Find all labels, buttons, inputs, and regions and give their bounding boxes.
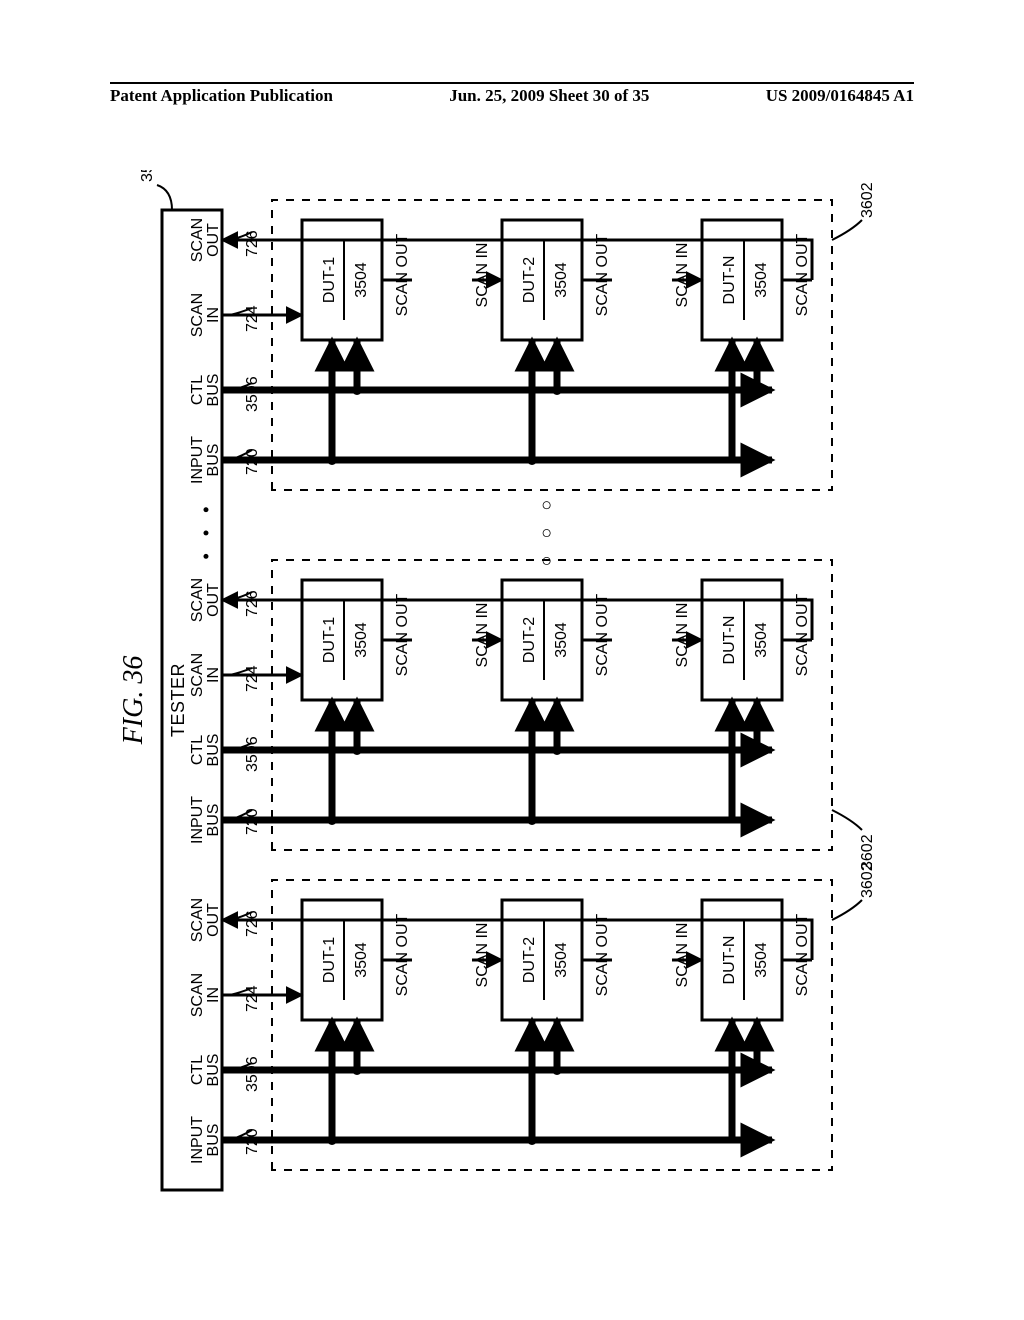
svg-text:3504: 3504 [753, 622, 770, 658]
svg-text:SCAN OUT: SCAN OUT [594, 233, 611, 316]
hdr-right: US 2009/0164845 A1 [766, 86, 914, 110]
svg-text:SCANOUT: SCANOUT [189, 218, 222, 262]
svg-text:SCAN OUT: SCAN OUT [394, 593, 411, 676]
svg-text:INPUTBUS: INPUTBUS [189, 436, 222, 484]
figure-36: FIG. 36 TESTER 3502 INPUTBUS CTLBUS SCAN… [112, 170, 912, 1230]
svg-text:SCAN OUT: SCAN OUT [594, 593, 611, 676]
svg-text:3504: 3504 [353, 942, 370, 978]
svg-text:SCAN IN: SCAN IN [474, 923, 491, 988]
svg-text:DUT-N: DUT-N [721, 256, 738, 305]
svg-text:SCAN OUT: SCAN OUT [794, 593, 811, 676]
svg-text:3504: 3504 [553, 262, 570, 298]
svg-text:3504: 3504 [353, 622, 370, 658]
svg-text:DUT-1: DUT-1 [321, 617, 338, 663]
svg-text:SCAN IN: SCAN IN [674, 603, 691, 668]
port-ctl-bus: CTLBUS [189, 1054, 222, 1087]
svg-text:SCAN IN: SCAN IN [474, 603, 491, 668]
hdr-left: Patent Application Publication [110, 86, 333, 110]
port-scan-out: SCANOUT [189, 898, 222, 942]
ellipsis-tester: • • • [196, 501, 216, 560]
page-header: Patent Application Publication Jun. 25, … [110, 82, 914, 110]
group-2: INPUTBUS CTLBUS SCANIN SCANOUT 720 3506 … [189, 560, 876, 870]
dut-n: DUT-N 3504 [702, 900, 782, 1020]
hdr-center: Jun. 25, 2009 Sheet 30 of 35 [449, 86, 649, 110]
tester-label: TESTER [168, 663, 188, 737]
svg-text:DUT-2: DUT-2 [521, 257, 538, 303]
svg-text:3504: 3504 [553, 622, 570, 658]
svg-text:3504: 3504 [753, 262, 770, 298]
group-3: INPUTBUS CTLBUS SCANIN SCANOUT 720 3506 … [189, 182, 876, 490]
svg-text:DUT-1: DUT-1 [321, 257, 338, 303]
svg-text:DUT-N: DUT-N [721, 616, 738, 665]
svg-text:DUT-2: DUT-2 [521, 937, 538, 983]
svg-text:SCANIN: SCANIN [189, 653, 222, 697]
svg-text:DUT-N: DUT-N [721, 936, 738, 985]
svg-text:3504: 3504 [753, 942, 770, 978]
svg-text:INPUTBUS: INPUTBUS [189, 796, 222, 844]
svg-text:3602: 3602 [859, 834, 876, 870]
dut-2: DUT-2 3504 [502, 900, 582, 1020]
svg-text:SCAN OUT: SCAN OUT [594, 913, 611, 996]
svg-text:DUT-2: DUT-2 [521, 617, 538, 663]
svg-text:SCAN OUT: SCAN OUT [794, 913, 811, 996]
svg-text:3504: 3504 [553, 942, 570, 978]
group-1: INPUTBUS CTLBUS SCANIN SCANOUT 720 3506 … [189, 862, 876, 1170]
svg-text:SCANOUT: SCANOUT [189, 578, 222, 622]
svg-text:SCANIN: SCANIN [189, 293, 222, 337]
svg-text:CTLBUS: CTLBUS [189, 734, 222, 767]
svg-text:SCAN OUT: SCAN OUT [794, 233, 811, 316]
svg-text:DUT-1: DUT-1 [321, 937, 338, 983]
port-input-bus: INPUTBUS [189, 1116, 222, 1164]
figure-title: FIG. 36 [118, 656, 149, 746]
svg-text:3506: 3506 [244, 736, 261, 772]
port-scan-in: SCANIN [189, 973, 222, 1017]
ref-3506: 3506 [244, 1056, 261, 1092]
ellipsis-group: ○ ○ ○ [536, 494, 556, 567]
svg-text:3602: 3602 [859, 182, 876, 218]
ref-3502: 3502 [139, 170, 156, 182]
dut-1: DUT-1 3504 [302, 900, 382, 1020]
svg-text:CTLBUS: CTLBUS [189, 374, 222, 407]
svg-text:SCAN IN: SCAN IN [674, 923, 691, 988]
svg-text:3506: 3506 [244, 376, 261, 412]
svg-text:SCAN OUT: SCAN OUT [394, 913, 411, 996]
svg-text:SCAN OUT: SCAN OUT [394, 233, 411, 316]
svg-text:SCAN IN: SCAN IN [474, 243, 491, 308]
svg-text:SCAN IN: SCAN IN [674, 243, 691, 308]
svg-text:3504: 3504 [353, 262, 370, 298]
